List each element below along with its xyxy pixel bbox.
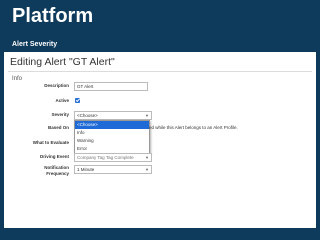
active-checkbox[interactable] [75, 98, 80, 103]
description-label: Description [44, 83, 69, 88]
notification-frequency-label: Notification Frequency [44, 165, 69, 177]
chevron-down-icon: ▼ [145, 113, 149, 118]
description-input[interactable]: GT Alert [74, 82, 148, 91]
active-label: Active [55, 98, 69, 103]
driving-event-value: Company Tag Tag Complete [77, 155, 134, 160]
section-label-info: Info [12, 76, 23, 82]
alert-editor-panel: Editing Alert "GT Alert" Info Descriptio… [4, 52, 316, 228]
severity-option-info[interactable]: Info [75, 129, 149, 137]
severity-option-choose[interactable]: <Choose> [75, 121, 149, 129]
slide-title: Platform [12, 5, 94, 27]
divider [8, 71, 312, 72]
based-on-label: Based On [47, 125, 69, 130]
what-to-evaluate-label: What to Evaluate [32, 140, 69, 145]
chevron-down-icon: ▼ [145, 155, 149, 160]
severity-selected-value: <Choose> [77, 113, 98, 118]
severity-label: Severity [51, 112, 69, 117]
severity-dropdown-list: <Choose> Info Warning Error [74, 120, 150, 154]
page-title: Editing Alert "GT Alert" [10, 56, 115, 68]
slide-subtitle: Alert Severity [12, 41, 58, 48]
driving-event-select[interactable]: Company Tag Tag Complete ▼ [74, 153, 152, 162]
chevron-down-icon: ▼ [145, 167, 149, 172]
driving-event-label: Driving Event [39, 154, 69, 159]
notification-frequency-select[interactable]: 1 Minute ▼ [74, 165, 152, 174]
based-on-note: ed while this Alert belongs to an Alert … [149, 125, 238, 130]
severity-option-error[interactable]: Error [75, 145, 149, 153]
notification-frequency-value: 1 Minute [77, 167, 95, 172]
severity-select[interactable]: <Choose> ▼ [74, 111, 152, 120]
notification-frequency-label-line2: Frequency [46, 171, 69, 176]
severity-option-warning[interactable]: Warning [75, 137, 149, 145]
